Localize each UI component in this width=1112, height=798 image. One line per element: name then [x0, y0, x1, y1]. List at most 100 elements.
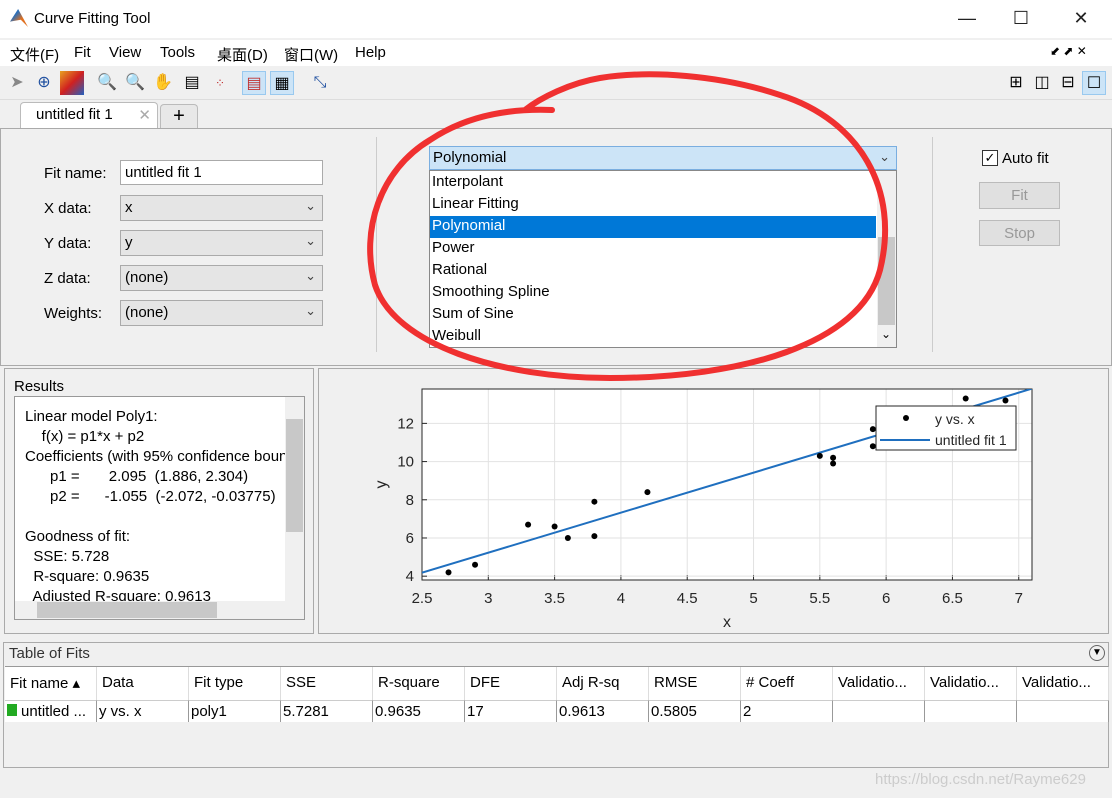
close-button[interactable]: ✕	[1066, 8, 1096, 29]
results-line: p2 = -1.055 (-2.072, -0.03775)	[25, 488, 276, 505]
z-data-label: Z data:	[44, 270, 91, 287]
column-header[interactable]: R-square	[373, 667, 465, 700]
table-cell[interactable]: 2	[741, 700, 833, 722]
tile-4-icon[interactable]: ⊞	[1004, 71, 1028, 95]
y-tick-label: 4	[406, 568, 414, 585]
y-tick-label: 10	[397, 454, 414, 471]
panel-menu-icon[interactable]: ▼	[1089, 645, 1105, 661]
new-tab-button[interactable]: +	[160, 104, 198, 128]
x-axis-label: x	[723, 614, 731, 631]
fit-type-option[interactable]: Smoothing Spline	[430, 282, 876, 304]
menu-file[interactable]: 文件(F)	[10, 44, 59, 65]
column-header[interactable]: Fit name ▴	[5, 667, 97, 700]
column-header[interactable]: Validatio...	[1017, 667, 1109, 700]
scroll-down-icon[interactable]: ⌄	[881, 327, 891, 341]
results-vscrollbar[interactable]	[285, 397, 304, 601]
fit-type-option[interactable]: Power	[430, 238, 876, 260]
close-tab-icon[interactable]: ✕	[138, 106, 151, 124]
menu-fit[interactable]: Fit	[74, 44, 91, 61]
pan-icon[interactable]: ✋	[151, 71, 175, 95]
x-data-select[interactable]: x ⌄	[120, 195, 323, 221]
fit-type-option-selected[interactable]: Polynomial	[430, 216, 876, 238]
tab-untitled-fit-1[interactable]: untitled fit 1 ✕	[20, 102, 158, 128]
fit-button[interactable]: Fit	[979, 182, 1060, 209]
fit-type-option[interactable]: Sum of Sine	[430, 304, 876, 326]
x-tick-label: 5	[749, 590, 757, 607]
scrollbar-thumb[interactable]	[286, 419, 303, 532]
table-cell[interactable]	[833, 700, 925, 722]
menu-tools[interactable]: Tools	[160, 44, 195, 61]
table-cell[interactable]: 0.5805	[649, 700, 741, 722]
legend-label: untitled fit 1	[935, 432, 1007, 448]
table-cell[interactable]: 0.9635	[373, 700, 465, 722]
y-data-value: y	[125, 234, 133, 251]
cell-text: y vs. x	[99, 703, 142, 720]
scrollbar-thumb[interactable]	[37, 602, 217, 618]
grid-icon[interactable]: ▦	[270, 71, 294, 95]
column-header[interactable]: # Coeff	[741, 667, 833, 700]
results-text-box[interactable]: Linear model Poly1: f(x) = p1*x + p2 Coef…	[14, 396, 305, 620]
undock-icon[interactable]: ⬋ ⬈ ✕	[1050, 44, 1087, 58]
fit-type-select[interactable]: Polynomial ⌄	[429, 146, 897, 170]
exclude-outliers-icon[interactable]: ⁘	[208, 71, 232, 95]
fit-plot[interactable]: 2.5 3 3.5 4 4.5 5 5.5 6 6.5 7 4 6 8 10 12 x y y vs. x unti…	[318, 368, 1109, 634]
table-cell[interactable]	[925, 700, 1017, 722]
column-header[interactable]: Adj R-sq	[557, 667, 649, 700]
table-cell[interactable]	[1017, 700, 1109, 722]
fit-name-input[interactable]: untitled fit 1	[120, 160, 323, 185]
menu-help[interactable]: Help	[355, 44, 386, 61]
data-point	[472, 561, 479, 568]
minimize-button[interactable]: —	[952, 8, 982, 29]
fit-type-option[interactable]: Weibull	[430, 326, 876, 348]
y-data-label: Y data:	[44, 235, 92, 252]
column-header[interactable]: Data	[97, 667, 189, 700]
menu-window[interactable]: 窗口(W)	[284, 44, 338, 65]
column-header[interactable]: Validatio...	[925, 667, 1017, 700]
data-point	[644, 489, 651, 496]
tile-rows-icon[interactable]: ⊟	[1056, 71, 1080, 95]
scrollbar-thumb[interactable]	[878, 237, 895, 325]
z-data-select[interactable]: (none) ⌄	[120, 265, 323, 291]
fit-type-option[interactable]: Rational	[430, 260, 876, 282]
menu-view[interactable]: View	[109, 44, 141, 61]
tab-label: untitled fit 1	[36, 106, 113, 123]
x-tick-label: 6	[882, 590, 890, 607]
table-cell[interactable]: 17	[465, 700, 557, 722]
menu-desktop[interactable]: 桌面(D)	[217, 44, 268, 65]
zoom-out-icon[interactable]: 🔍	[123, 71, 147, 95]
single-icon[interactable]: ☐	[1082, 71, 1106, 95]
stop-button[interactable]: Stop	[979, 220, 1060, 246]
y-data-select[interactable]: y ⌄	[120, 230, 323, 256]
column-header[interactable]: DFE	[465, 667, 557, 700]
data-cursor-icon[interactable]: ⊕	[32, 71, 56, 95]
column-header[interactable]: SSE	[281, 667, 373, 700]
column-header[interactable]: Fit type	[189, 667, 281, 700]
legend-icon[interactable]: ▤	[242, 71, 266, 95]
table-cell[interactable]: 0.9613	[557, 700, 649, 722]
axes-limits-icon[interactable]: ⤡	[308, 71, 332, 95]
residuals-icon[interactable]	[60, 71, 84, 95]
cell-text: 0.9613	[559, 703, 605, 720]
weights-value: (none)	[125, 304, 169, 321]
data-tip-icon[interactable]: ▤	[180, 71, 204, 95]
table-cell[interactable]: poly1	[189, 700, 281, 722]
zoom-in-icon[interactable]: 🔍	[95, 71, 119, 95]
fit-type-option[interactable]: Linear Fitting	[430, 194, 876, 216]
tile-cols-icon[interactable]: ◫	[1030, 71, 1054, 95]
list-scrollbar[interactable]: ⌄	[877, 171, 896, 347]
column-header[interactable]: RMSE	[649, 667, 741, 700]
table-cell[interactable]: y vs. x	[97, 700, 189, 722]
fit-type-selected: Polynomial	[433, 149, 507, 166]
maximize-button[interactable]: ☐	[1006, 8, 1036, 29]
fit-type-option[interactable]: Interpolant	[430, 172, 876, 194]
results-line: p1 = 2.095 (1.886, 2.304)	[25, 468, 249, 485]
table-cell[interactable]: 5.7281	[281, 700, 373, 722]
auto-fit-checkbox[interactable]: ✓	[982, 150, 998, 166]
weights-select[interactable]: (none) ⌄	[120, 300, 323, 326]
results-hscrollbar[interactable]	[15, 601, 304, 619]
column-header[interactable]: Validatio...	[833, 667, 925, 700]
data-point	[869, 426, 876, 433]
table-cell[interactable]: untitled ...	[5, 700, 97, 722]
plot-fits-icon[interactable]: ➤	[5, 71, 29, 95]
x-tick-label: 4	[617, 590, 625, 607]
